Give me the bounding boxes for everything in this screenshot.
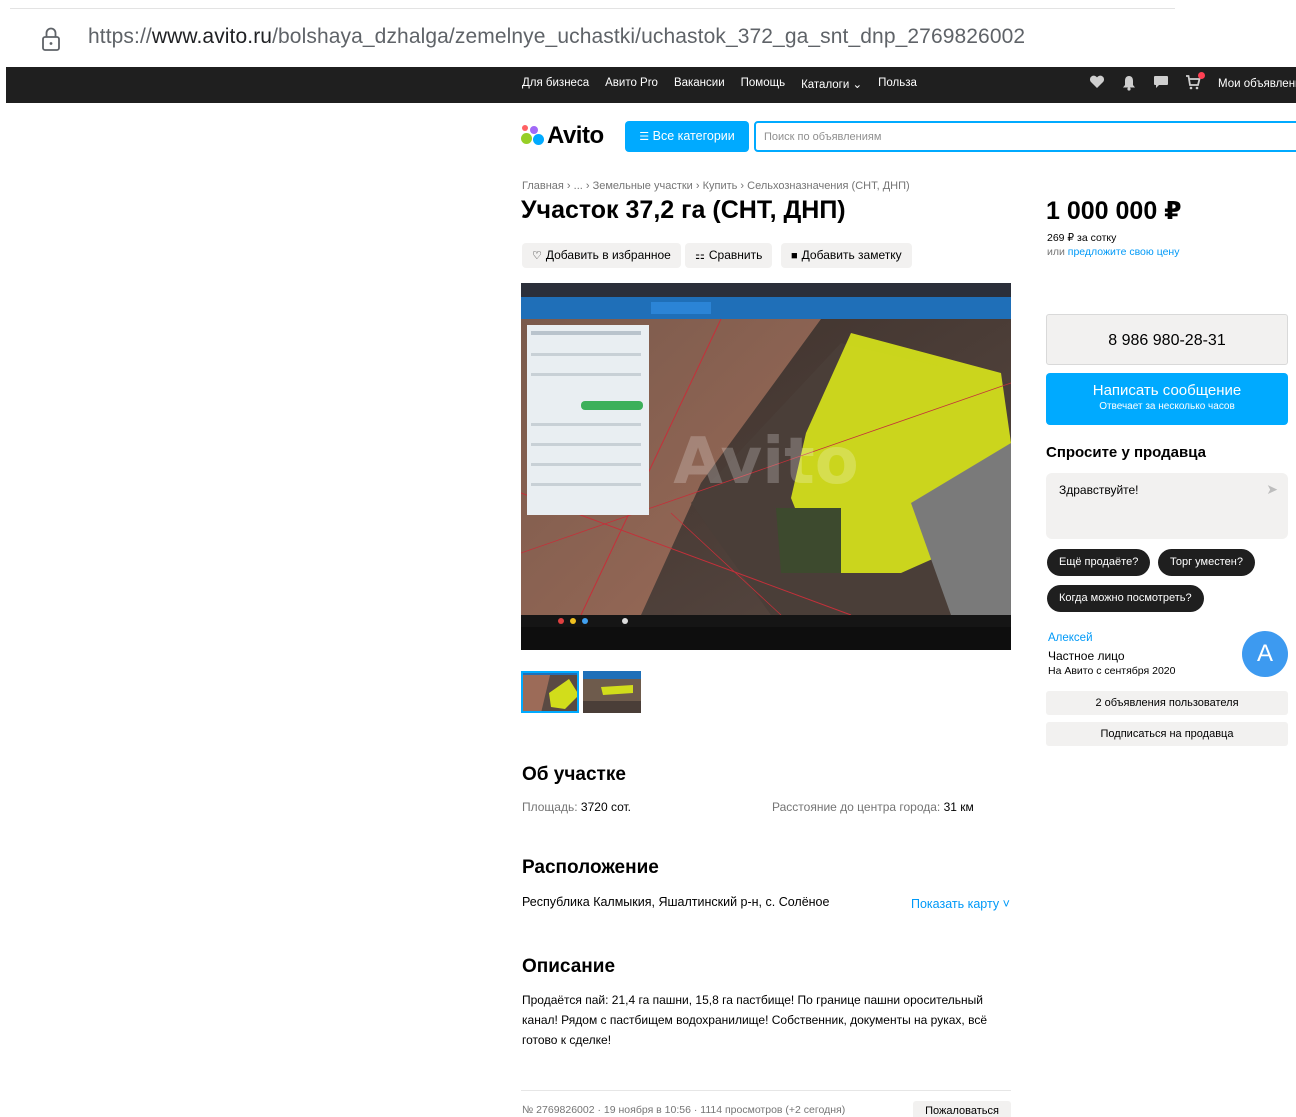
seller-since: На Авито с сентября 2020 [1048,665,1176,677]
heart-icon[interactable] [1088,75,1106,93]
seller-type: Частное лицо [1048,649,1125,663]
heart-outline-icon: ♡ [532,250,542,262]
photo-thumbnail-1[interactable] [521,671,579,713]
listing-meta: № 2769826002 · 19 ноября в 10:56 · 1114 … [522,1104,846,1116]
logo-text: Avito [547,122,604,149]
topnav-icons: Мои объявления [1088,72,1296,93]
all-categories-label: Все категории [652,129,735,143]
lock-icon[interactable] [40,26,62,52]
add-note-label: Добавить заметку [801,248,902,262]
send-icon[interactable]: ➤ [1266,481,1278,498]
price-per-sotka: 269 ₽ за сотку [1047,232,1117,244]
distance-label: Расстояние до центра города: [772,800,941,814]
page-title: Участок 37,2 га (СНТ, ДНП) [521,196,846,224]
url-domain: www.avito.ru [151,25,273,48]
distance-value: 31 км [943,800,974,814]
offer-prefix: или [1047,246,1068,258]
photo-watermark: Avito [673,425,858,499]
chip-bargain[interactable]: Торг уместен? [1158,549,1255,576]
avatar[interactable]: А [1242,631,1288,677]
breadcrumb[interactable]: Главная › ... › Земельные участки › Купи… [522,180,910,192]
bell-icon[interactable] [1120,75,1138,93]
chip-still-selling[interactable]: Ещё продаёте? [1047,549,1151,576]
response-time: Отвечает за несколько часов [1099,401,1235,412]
user-ads-button[interactable]: 2 объявления пользователя [1046,691,1288,715]
divider [521,1090,1011,1091]
ask-seller-input[interactable]: Здравствуйте! ➤ [1046,473,1288,539]
main-photo[interactable]: Avito [521,283,1011,650]
chip-when-to-view[interactable]: Когда можно посмотреть? [1047,585,1204,612]
nav-link-avito-pro[interactable]: Авито Pro [605,77,658,91]
ask-seller-text: Здравствуйте! [1059,483,1139,497]
nav-link-help[interactable]: Помощь [741,77,785,91]
compare-button[interactable]: ⚏ Сравнить [685,243,773,268]
nav-link-catalogs[interactable]: Каталоги ⌄ [801,77,862,91]
price: 1 000 000 ₽ [1046,197,1182,225]
note-icon: ■ [791,250,798,262]
photo-thumbnail-2[interactable] [583,671,641,713]
area-param: Площадь: 3720 сот. [522,800,631,814]
url-field[interactable]: https://www.avito.ru/bolshaya_dzhalga/ze… [88,25,1025,49]
photo-thumbnails [521,671,641,713]
seller-name[interactable]: Алексей [1048,632,1093,644]
offer-price: или предложите свою цену [1047,246,1179,258]
description-text: Продаётся пай: 21,4 га пашни, 15,8 га па… [522,993,987,1047]
add-to-favorites-button[interactable]: ♡ Добавить в избранное [522,243,681,268]
location-address: Республика Калмыкия, Яшалтинский р-н, с.… [522,895,830,909]
url-prefix: https:// [88,25,152,48]
cart-icon[interactable] [1184,72,1205,93]
browser-address-bar: https://www.avito.ru/bolshaya_dzhalga/ze… [0,0,1296,66]
complain-button[interactable]: Пожаловаться [913,1101,1011,1117]
add-favorite-label: Добавить в избранное [545,248,671,262]
all-categories-button[interactable]: ☰ Все категории [625,121,749,152]
search-placeholder: Поиск по объявлениям [764,131,882,143]
thumbnail-image-1 [521,671,579,713]
nav-link-benefit[interactable]: Польза [878,77,917,91]
location-heading: Расположение [522,857,659,878]
url-path: /bolshaya_dzhalga/zemelnye_uchastki/ucha… [272,25,1026,48]
compare-label: Сравнить [708,248,763,262]
land-map-photo: Avito [521,283,1011,650]
show-phone-button[interactable]: 8 986 980-28-31 [1046,314,1288,365]
area-label: Площадь: [522,800,578,814]
my-ads-link[interactable]: Мои объявления [1218,78,1296,90]
write-message-label: Написать сообщение [1092,382,1242,399]
topnav-links: Для бизнеса Авито Pro Вакансии Помощь Ка… [522,77,917,91]
nav-link-vacancies[interactable]: Вакансии [674,77,725,91]
avito-logo[interactable]: Avito [521,122,604,150]
thumbnail-image-2 [583,671,641,713]
description-heading: Описание [522,956,616,977]
area-value: 3720 сот. [580,800,631,814]
tab-strip-line [10,8,1175,9]
chat-icon[interactable] [1152,75,1170,93]
write-message-button[interactable]: Написать сообщение Отвечает за несколько… [1046,373,1288,425]
top-navigation: Для бизнеса Авито Pro Вакансии Помощь Ка… [6,67,1296,103]
distance-param: Расстояние до центра города: 31 км [772,800,974,814]
ask-seller-heading: Спросите у продавца [1046,444,1206,461]
show-map-link[interactable]: Показать карту ˅ [911,897,1010,911]
subscribe-seller-button[interactable]: Подписаться на продавца [1046,722,1288,746]
about-heading: Об участке [522,764,626,785]
compare-icon: ⚏ [695,250,705,262]
cart-notification-dot [1198,72,1205,79]
avito-logo-dots-icon [521,124,545,148]
offer-price-link[interactable]: предложите свою цену [1068,246,1180,258]
add-note-button[interactable]: ■ Добавить заметку [781,243,912,268]
search-input[interactable]: Поиск по объявлениям [754,121,1296,152]
menu-search-icon: ☰ [639,131,650,143]
nav-link-business[interactable]: Для бизнеса [522,77,589,91]
